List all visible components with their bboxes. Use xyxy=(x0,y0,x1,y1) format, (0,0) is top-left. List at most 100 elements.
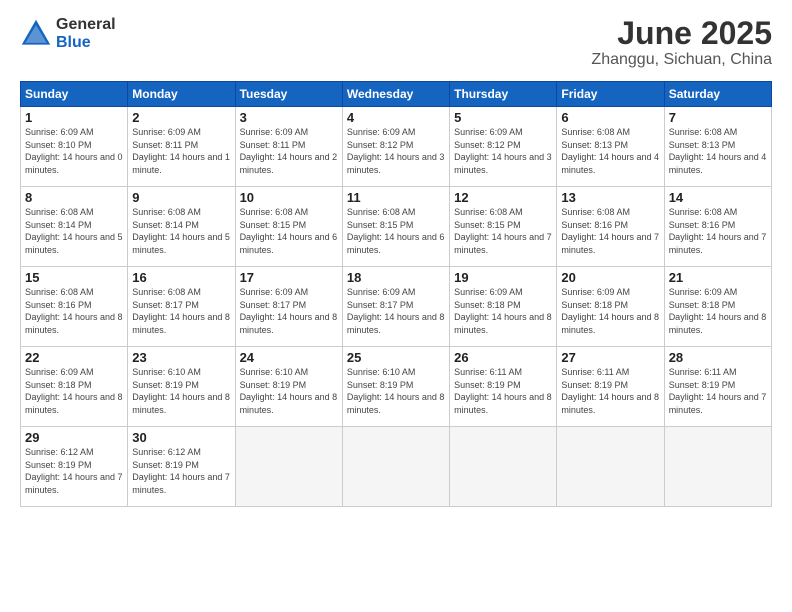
day-number: 30 xyxy=(132,430,230,445)
title-block: June 2025 Zhanggu, Sichuan, China xyxy=(591,16,772,69)
day-info: Sunrise: 6:09 AMSunset: 8:18 PMDaylight:… xyxy=(669,286,767,336)
day-number: 29 xyxy=(25,430,123,445)
day-info: Sunrise: 6:09 AMSunset: 8:18 PMDaylight:… xyxy=(25,366,123,416)
day-info: Sunrise: 6:08 AMSunset: 8:14 PMDaylight:… xyxy=(25,206,123,256)
calendar-row: 8Sunrise: 6:08 AMSunset: 8:14 PMDaylight… xyxy=(21,187,772,267)
table-row: 28Sunrise: 6:11 AMSunset: 8:19 PMDayligh… xyxy=(664,347,771,427)
day-info: Sunrise: 6:10 AMSunset: 8:19 PMDaylight:… xyxy=(240,366,338,416)
day-info: Sunrise: 6:09 AMSunset: 8:10 PMDaylight:… xyxy=(25,126,123,176)
col-monday: Monday xyxy=(128,82,235,107)
day-number: 27 xyxy=(561,350,659,365)
logo-blue: Blue xyxy=(56,34,116,52)
day-number: 10 xyxy=(240,190,338,205)
month-title: June 2025 xyxy=(591,16,772,51)
table-row: 16Sunrise: 6:08 AMSunset: 8:17 PMDayligh… xyxy=(128,267,235,347)
table-row: 5Sunrise: 6:09 AMSunset: 8:12 PMDaylight… xyxy=(450,107,557,187)
day-number: 25 xyxy=(347,350,445,365)
table-row xyxy=(342,427,449,507)
location: Zhanggu, Sichuan, China xyxy=(591,51,772,69)
day-info: Sunrise: 6:08 AMSunset: 8:15 PMDaylight:… xyxy=(240,206,338,256)
calendar-row: 29Sunrise: 6:12 AMSunset: 8:19 PMDayligh… xyxy=(21,427,772,507)
day-number: 11 xyxy=(347,190,445,205)
calendar-table: Sunday Monday Tuesday Wednesday Thursday… xyxy=(20,81,772,507)
table-row: 29Sunrise: 6:12 AMSunset: 8:19 PMDayligh… xyxy=(21,427,128,507)
day-number: 15 xyxy=(25,270,123,285)
day-number: 7 xyxy=(669,110,767,125)
col-thursday: Thursday xyxy=(450,82,557,107)
table-row: 7Sunrise: 6:08 AMSunset: 8:13 PMDaylight… xyxy=(664,107,771,187)
day-number: 12 xyxy=(454,190,552,205)
day-number: 14 xyxy=(669,190,767,205)
table-row: 9Sunrise: 6:08 AMSunset: 8:14 PMDaylight… xyxy=(128,187,235,267)
logo: General Blue xyxy=(20,16,116,51)
day-number: 2 xyxy=(132,110,230,125)
table-row: 19Sunrise: 6:09 AMSunset: 8:18 PMDayligh… xyxy=(450,267,557,347)
page-container: General Blue June 2025 Zhanggu, Sichuan,… xyxy=(0,0,792,517)
day-info: Sunrise: 6:10 AMSunset: 8:19 PMDaylight:… xyxy=(132,366,230,416)
table-row: 14Sunrise: 6:08 AMSunset: 8:16 PMDayligh… xyxy=(664,187,771,267)
calendar-body: 1Sunrise: 6:09 AMSunset: 8:10 PMDaylight… xyxy=(21,107,772,507)
table-row: 17Sunrise: 6:09 AMSunset: 8:17 PMDayligh… xyxy=(235,267,342,347)
table-row: 6Sunrise: 6:08 AMSunset: 8:13 PMDaylight… xyxy=(557,107,664,187)
day-number: 5 xyxy=(454,110,552,125)
day-number: 6 xyxy=(561,110,659,125)
day-number: 1 xyxy=(25,110,123,125)
day-number: 26 xyxy=(454,350,552,365)
col-wednesday: Wednesday xyxy=(342,82,449,107)
day-info: Sunrise: 6:08 AMSunset: 8:13 PMDaylight:… xyxy=(669,126,767,176)
col-saturday: Saturday xyxy=(664,82,771,107)
day-info: Sunrise: 6:09 AMSunset: 8:12 PMDaylight:… xyxy=(347,126,445,176)
day-number: 13 xyxy=(561,190,659,205)
day-number: 23 xyxy=(132,350,230,365)
table-row: 21Sunrise: 6:09 AMSunset: 8:18 PMDayligh… xyxy=(664,267,771,347)
day-info: Sunrise: 6:08 AMSunset: 8:13 PMDaylight:… xyxy=(561,126,659,176)
col-friday: Friday xyxy=(557,82,664,107)
table-row: 4Sunrise: 6:09 AMSunset: 8:12 PMDaylight… xyxy=(342,107,449,187)
day-info: Sunrise: 6:08 AMSunset: 8:15 PMDaylight:… xyxy=(454,206,552,256)
logo-general: General xyxy=(56,16,116,34)
day-info: Sunrise: 6:09 AMSunset: 8:11 PMDaylight:… xyxy=(240,126,338,176)
table-row: 23Sunrise: 6:10 AMSunset: 8:19 PMDayligh… xyxy=(128,347,235,427)
day-number: 24 xyxy=(240,350,338,365)
logo-icon xyxy=(20,18,52,50)
calendar-row: 1Sunrise: 6:09 AMSunset: 8:10 PMDaylight… xyxy=(21,107,772,187)
day-number: 9 xyxy=(132,190,230,205)
table-row xyxy=(235,427,342,507)
calendar-row: 22Sunrise: 6:09 AMSunset: 8:18 PMDayligh… xyxy=(21,347,772,427)
table-row: 30Sunrise: 6:12 AMSunset: 8:19 PMDayligh… xyxy=(128,427,235,507)
day-number: 28 xyxy=(669,350,767,365)
table-row: 27Sunrise: 6:11 AMSunset: 8:19 PMDayligh… xyxy=(557,347,664,427)
day-info: Sunrise: 6:08 AMSunset: 8:15 PMDaylight:… xyxy=(347,206,445,256)
day-info: Sunrise: 6:09 AMSunset: 8:18 PMDaylight:… xyxy=(561,286,659,336)
day-info: Sunrise: 6:11 AMSunset: 8:19 PMDaylight:… xyxy=(561,366,659,416)
day-info: Sunrise: 6:09 AMSunset: 8:11 PMDaylight:… xyxy=(132,126,230,176)
table-row: 24Sunrise: 6:10 AMSunset: 8:19 PMDayligh… xyxy=(235,347,342,427)
table-row: 3Sunrise: 6:09 AMSunset: 8:11 PMDaylight… xyxy=(235,107,342,187)
day-info: Sunrise: 6:11 AMSunset: 8:19 PMDaylight:… xyxy=(454,366,552,416)
day-number: 3 xyxy=(240,110,338,125)
table-row: 13Sunrise: 6:08 AMSunset: 8:16 PMDayligh… xyxy=(557,187,664,267)
page-header: General Blue June 2025 Zhanggu, Sichuan,… xyxy=(20,16,772,69)
table-row xyxy=(664,427,771,507)
day-number: 17 xyxy=(240,270,338,285)
day-number: 22 xyxy=(25,350,123,365)
day-info: Sunrise: 6:09 AMSunset: 8:17 PMDaylight:… xyxy=(240,286,338,336)
calendar-row: 15Sunrise: 6:08 AMSunset: 8:16 PMDayligh… xyxy=(21,267,772,347)
day-info: Sunrise: 6:08 AMSunset: 8:17 PMDaylight:… xyxy=(132,286,230,336)
table-row: 15Sunrise: 6:08 AMSunset: 8:16 PMDayligh… xyxy=(21,267,128,347)
day-number: 20 xyxy=(561,270,659,285)
table-row: 1Sunrise: 6:09 AMSunset: 8:10 PMDaylight… xyxy=(21,107,128,187)
day-info: Sunrise: 6:09 AMSunset: 8:17 PMDaylight:… xyxy=(347,286,445,336)
day-number: 18 xyxy=(347,270,445,285)
table-row: 12Sunrise: 6:08 AMSunset: 8:15 PMDayligh… xyxy=(450,187,557,267)
day-number: 16 xyxy=(132,270,230,285)
day-info: Sunrise: 6:10 AMSunset: 8:19 PMDaylight:… xyxy=(347,366,445,416)
calendar-header-row: Sunday Monday Tuesday Wednesday Thursday… xyxy=(21,82,772,107)
day-info: Sunrise: 6:09 AMSunset: 8:12 PMDaylight:… xyxy=(454,126,552,176)
table-row: 20Sunrise: 6:09 AMSunset: 8:18 PMDayligh… xyxy=(557,267,664,347)
day-number: 19 xyxy=(454,270,552,285)
table-row: 25Sunrise: 6:10 AMSunset: 8:19 PMDayligh… xyxy=(342,347,449,427)
day-number: 8 xyxy=(25,190,123,205)
table-row: 2Sunrise: 6:09 AMSunset: 8:11 PMDaylight… xyxy=(128,107,235,187)
table-row: 8Sunrise: 6:08 AMSunset: 8:14 PMDaylight… xyxy=(21,187,128,267)
